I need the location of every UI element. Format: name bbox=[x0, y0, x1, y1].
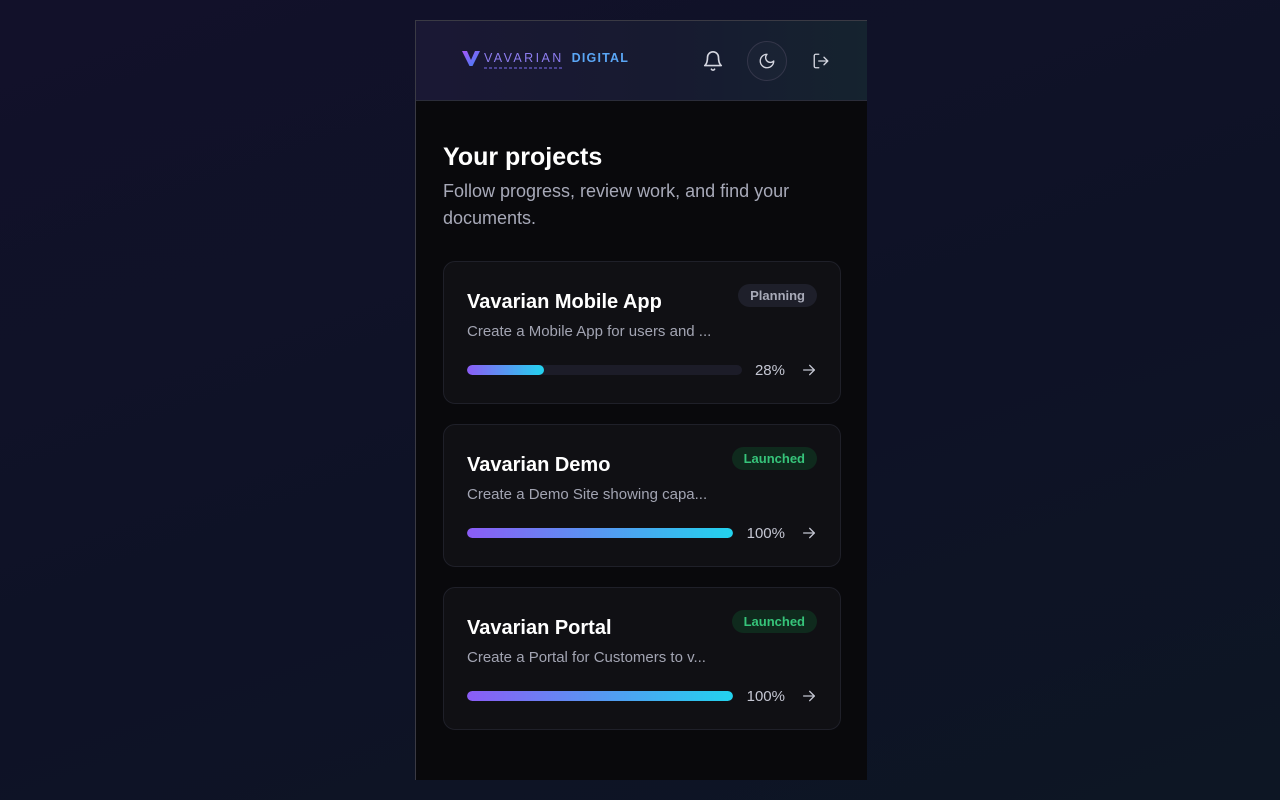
page-title: Your projects bbox=[443, 143, 603, 171]
project-card[interactable]: Vavarian Demo Launched Create a Demo Sit… bbox=[443, 424, 841, 567]
status-badge: Launched bbox=[731, 610, 817, 633]
project-title: Vavarian Demo bbox=[467, 454, 611, 476]
progress-bar bbox=[467, 365, 742, 375]
project-list: Vavarian Mobile App Planning Create a Mo… bbox=[443, 261, 841, 730]
app-frame: VAVARIAN DIGITAL Your projects Follow pr… bbox=[415, 20, 867, 780]
arrow-right-icon[interactable] bbox=[801, 362, 817, 378]
progress-percent: 100% bbox=[746, 525, 785, 542]
logo-brand-text: VAVARIAN bbox=[484, 51, 564, 65]
project-description: Create a Mobile App for users and ... bbox=[467, 323, 712, 340]
page-subtitle: Follow progress, review work, and find y… bbox=[443, 181, 790, 228]
logout-icon bbox=[813, 53, 829, 69]
project-card[interactable]: Vavarian Mobile App Planning Create a Mo… bbox=[443, 261, 841, 404]
project-title: Vavarian Mobile App bbox=[467, 291, 662, 313]
theme-toggle-button[interactable] bbox=[747, 41, 787, 81]
status-badge: Planning bbox=[738, 284, 817, 307]
bell-icon bbox=[703, 51, 723, 71]
moon-icon bbox=[759, 53, 775, 69]
progress-bar bbox=[467, 528, 733, 538]
top-bar: VAVARIAN DIGITAL bbox=[416, 21, 867, 101]
arrow-right-icon[interactable] bbox=[801, 688, 817, 704]
progress-bar bbox=[467, 691, 733, 701]
progress-percent: 28% bbox=[754, 362, 785, 379]
progress-fill bbox=[467, 691, 733, 701]
project-title: Vavarian Portal bbox=[467, 617, 612, 639]
progress-percent: 100% bbox=[746, 688, 785, 705]
notifications-button[interactable] bbox=[700, 48, 726, 74]
logo-sub-text: DIGITAL bbox=[571, 51, 630, 65]
logo[interactable]: VAVARIAN DIGITAL bbox=[462, 51, 629, 71]
main-content: Your projects Follow progress, review wo… bbox=[416, 141, 867, 730]
progress-fill bbox=[467, 365, 544, 375]
logo-tagline bbox=[484, 67, 562, 69]
project-card[interactable]: Vavarian Portal Launched Create a Portal… bbox=[443, 587, 841, 730]
logout-button[interactable] bbox=[810, 50, 832, 72]
progress-fill bbox=[467, 528, 733, 538]
project-description: Create a Demo Site showing capa... bbox=[467, 486, 708, 503]
arrow-right-icon[interactable] bbox=[801, 525, 817, 541]
logo-v-icon bbox=[462, 51, 480, 66]
logo-wordmark: VAVARIAN DIGITAL bbox=[484, 51, 629, 69]
status-badge: Launched bbox=[731, 447, 817, 470]
project-description: Create a Portal for Customers to v... bbox=[467, 649, 706, 666]
